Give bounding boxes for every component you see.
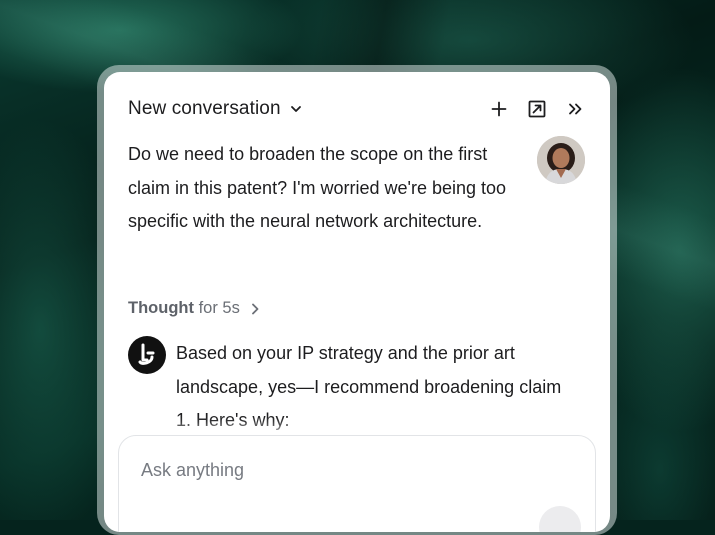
user-message: Do we need to broaden the scope on the f… (128, 144, 507, 231)
chat-panel: New conversation Do we need to broaden t… (104, 72, 610, 532)
thought-label: Thought for 5s (128, 299, 240, 317)
composer (118, 435, 596, 532)
new-chat-button[interactable] (488, 98, 510, 120)
open-external-button[interactable] (526, 98, 548, 120)
send-button[interactable] (539, 506, 581, 532)
open-external-icon (528, 100, 546, 118)
collapse-panel-button[interactable] (564, 98, 586, 120)
header-bar: New conversation (128, 96, 586, 122)
ask-input[interactable] (141, 460, 541, 481)
user-avatar (537, 136, 585, 184)
assistant-message: Based on your IP strategy and the prior … (176, 343, 562, 430)
thought-toggle[interactable]: Thought for 5s (128, 299, 260, 318)
double-chevron-right-icon (569, 103, 582, 115)
assistant-logo-icon (128, 336, 166, 374)
conversation-title: New conversation (128, 98, 281, 119)
chevron-right-icon (251, 303, 259, 314)
chevron-down-icon (290, 106, 301, 112)
conversation-selector[interactable]: New conversation (128, 98, 303, 120)
plus-icon (491, 101, 507, 117)
